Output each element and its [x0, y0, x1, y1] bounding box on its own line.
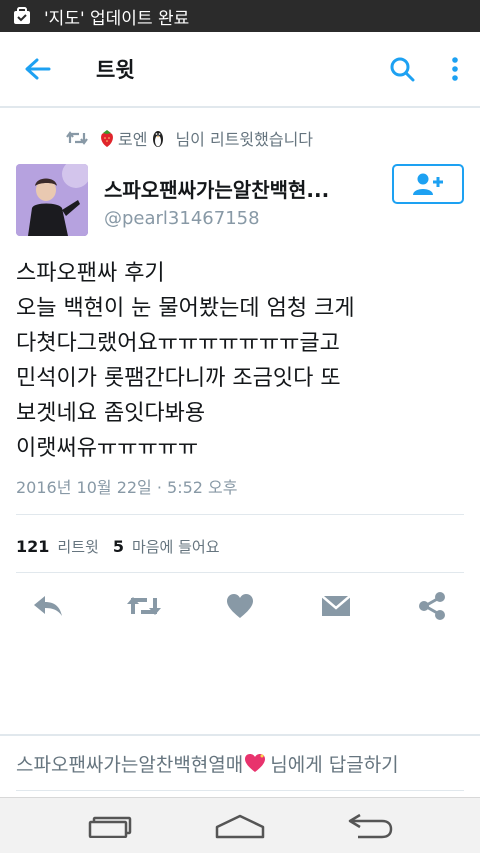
tweet-actions — [0, 586, 480, 626]
tweet-stats: 121 리트윗 5 마음에 들어요 — [16, 534, 234, 558]
message-button[interactable] — [312, 586, 360, 626]
tweet-text-line: 오늘 백현이 눈 물어봤는데 엄청 크게 — [16, 296, 355, 321]
vertical-dots-icon — [452, 57, 458, 81]
retweet-banner-text: 님이 리트윗했습니다 — [175, 130, 314, 149]
heart-sparkle-icon — [245, 754, 266, 772]
tweet-text-line: 보겟네요 좀잇다봐용 — [16, 401, 206, 426]
home-button[interactable] — [210, 806, 270, 846]
divider — [16, 514, 464, 515]
divider — [16, 790, 464, 791]
avatar[interactable] — [16, 164, 88, 236]
reply-button[interactable] — [24, 586, 72, 626]
search-button[interactable] — [374, 31, 430, 107]
system-nav-bar — [0, 797, 480, 853]
divider — [16, 572, 464, 573]
penguin-icon — [153, 131, 164, 147]
back-button[interactable] — [8, 31, 68, 107]
retweet-button[interactable] — [120, 586, 168, 626]
empty-space — [0, 636, 480, 734]
back-nav-button[interactable] — [340, 806, 400, 846]
avatar-person-image — [16, 164, 88, 236]
follow-button[interactable] — [392, 164, 464, 204]
more-options-button[interactable] — [430, 31, 480, 107]
app-bar: 트윗 — [0, 32, 480, 108]
retweet-count[interactable]: 121 — [16, 537, 49, 556]
heart-icon — [227, 594, 253, 618]
recent-apps-button[interactable] — [80, 806, 140, 846]
arrow-left-icon — [25, 58, 51, 80]
reply-prompt[interactable]: 스파오팬싸가는알찬백현열매 님에게 답글하기 — [16, 750, 399, 777]
reply-recipient-name: 스파오팬싸가는알찬백현열매 — [16, 754, 244, 776]
retweet-icon — [66, 131, 88, 145]
back-icon — [348, 813, 393, 839]
home-icon — [215, 814, 265, 839]
share-icon — [419, 592, 445, 620]
tweet-text-line: 이랫써유ㅠㅠㅠㅠㅠ — [16, 436, 199, 461]
tweet-timestamp: 2016년 10월 22일 · 5:52 오후 — [16, 478, 238, 497]
retweet-icon — [127, 597, 161, 615]
tweet-author: 스파오팬싸가는알찬백현... @pearl31467158 — [16, 164, 464, 238]
envelope-icon — [321, 595, 351, 616]
status-bar: '지도' 업데이트 완료 — [0, 0, 480, 32]
add-user-icon — [413, 173, 443, 195]
retweet-count-label[interactable]: 리트윗 — [57, 536, 98, 557]
reply-prompt-text: 님에게 답글하기 — [270, 754, 399, 776]
reply-icon — [34, 596, 62, 616]
search-icon — [390, 57, 415, 82]
update-complete-icon — [14, 7, 30, 24]
tweet-text-line: 민석이가 롯팸간다니까 조금잇다 또 — [16, 366, 341, 391]
tweet-text-line: 다쳣다그랬어요ㅠㅠㅠㅠㅠㅠㅠ글고 — [16, 331, 340, 356]
retweet-banner: 로엔 님이 리트윗했습니다 — [66, 124, 313, 152]
strawberry-icon — [101, 130, 113, 147]
share-button[interactable] — [408, 586, 456, 626]
status-notification-text: '지도' 업데이트 완료 — [44, 8, 190, 29]
page-title: 트윗 — [96, 58, 135, 82]
tweet-text: 스파오팬싸 후기 오늘 백현이 눈 물어봤는데 엄청 크게 다쳣다그랬어요ㅠㅠㅠ… — [16, 256, 464, 466]
recent-apps-icon — [88, 816, 132, 838]
like-count[interactable]: 5 — [113, 537, 124, 556]
like-count-label[interactable]: 마음에 들어요 — [132, 536, 220, 557]
tweet-text-line: 스파오팬싸 후기 — [16, 261, 165, 286]
retweeter-name[interactable]: 로엔 — [118, 126, 147, 150]
like-button[interactable] — [216, 586, 264, 626]
author-name[interactable]: 스파오팬싸가는알찬백현... — [104, 174, 329, 203]
author-handle[interactable]: @pearl31467158 — [104, 208, 260, 229]
divider — [0, 734, 480, 736]
